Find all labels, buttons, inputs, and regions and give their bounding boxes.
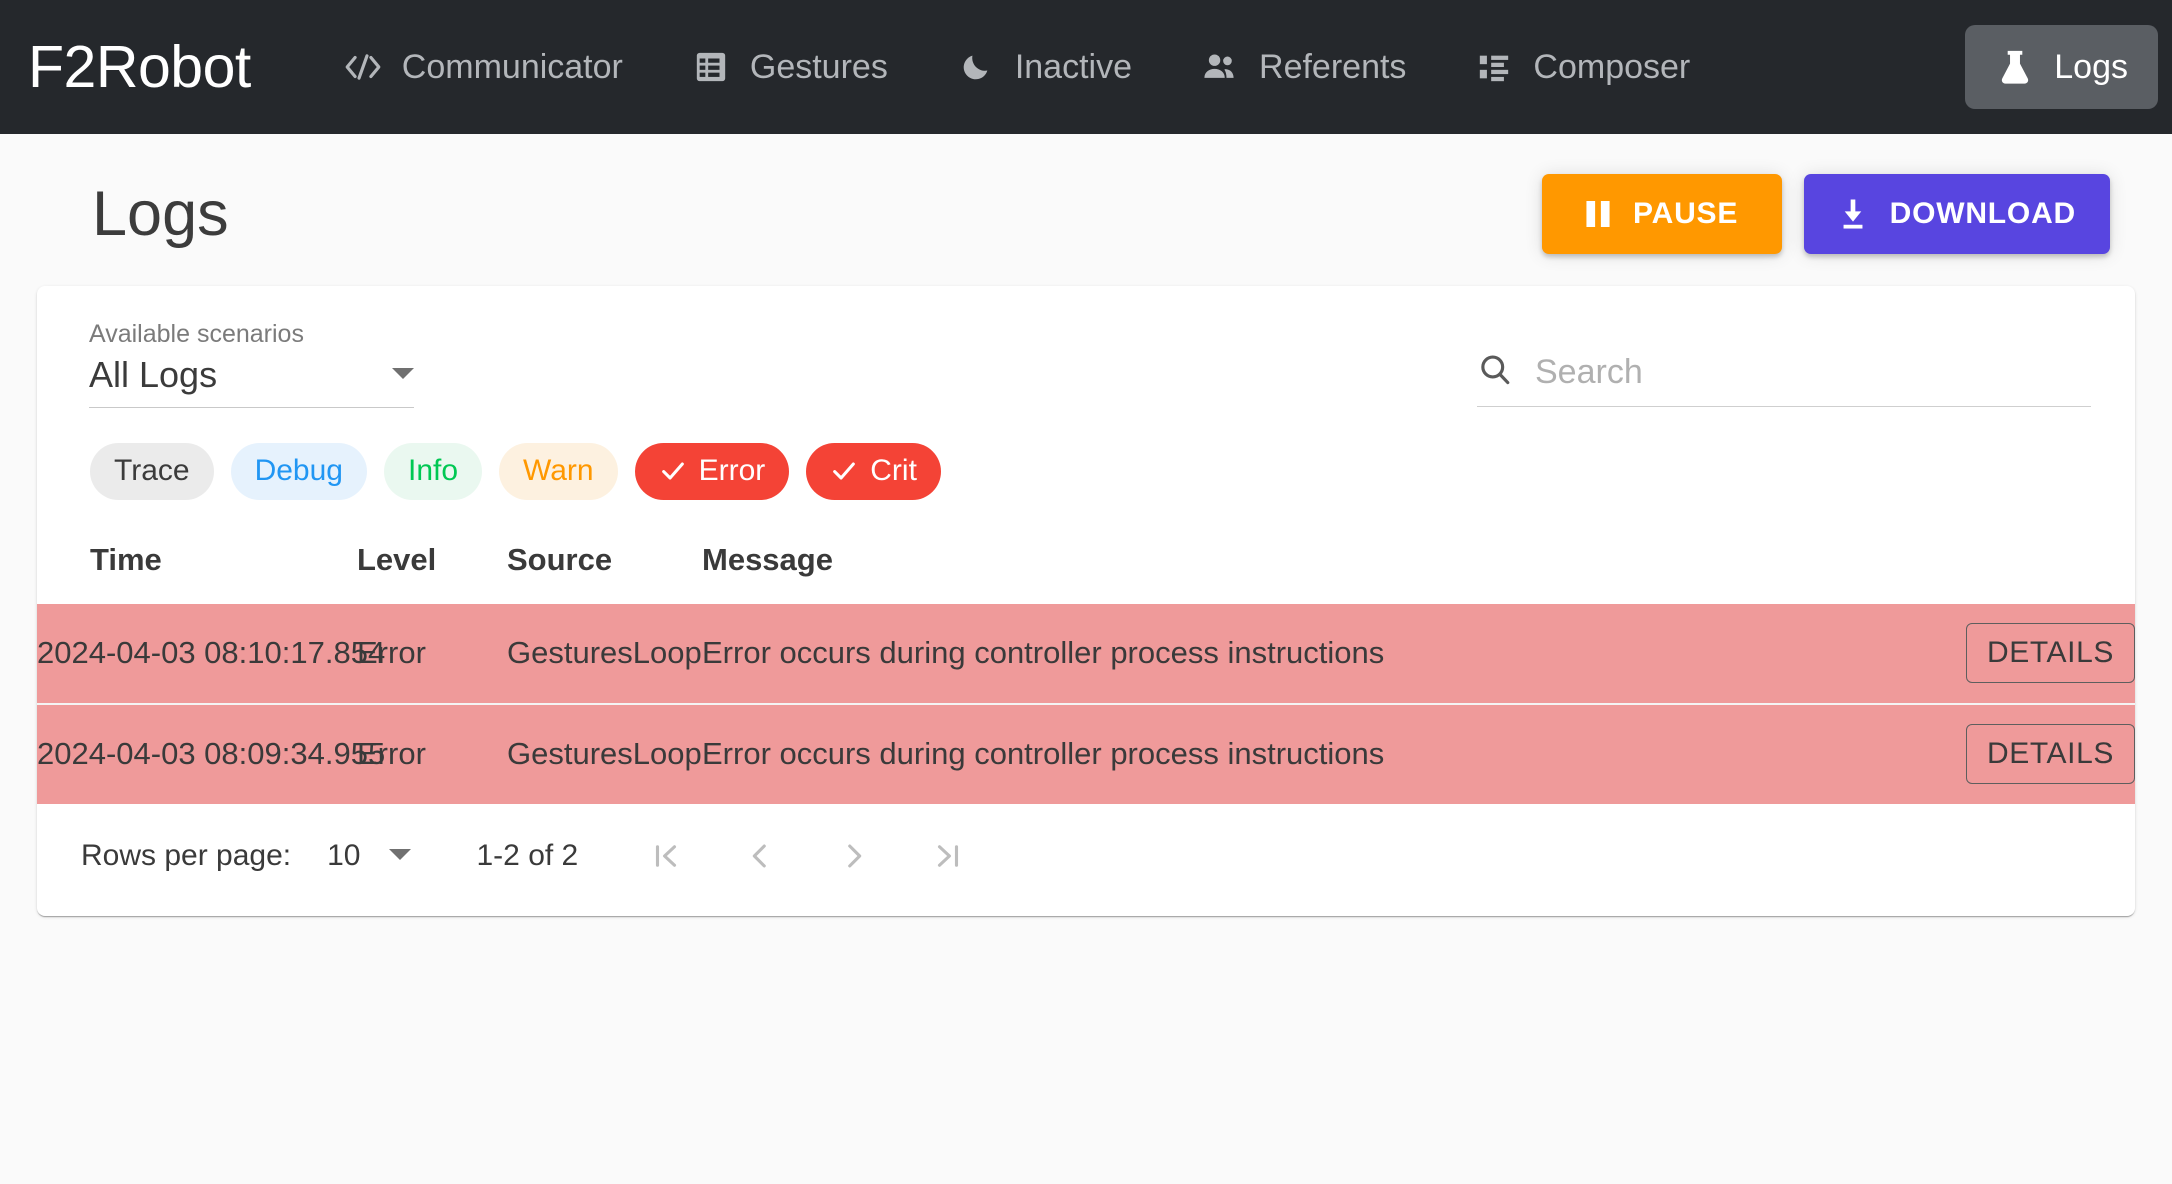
chip-crit-label: Crit bbox=[870, 454, 917, 488]
scenario-select-control[interactable]: All Logs bbox=[89, 356, 414, 408]
logs-table: Time Level Source Message 2024-04-03 08:… bbox=[37, 528, 2135, 804]
check-icon bbox=[830, 457, 858, 485]
details-button[interactable]: DETAILS bbox=[1965, 623, 2135, 684]
cell-source: GesturesLoop bbox=[507, 635, 702, 671]
chip-error-label: Error bbox=[698, 454, 766, 488]
nav-item-composer[interactable]: Composer bbox=[1444, 25, 1720, 109]
pause-icon bbox=[1585, 199, 1611, 229]
nav-item-inactive[interactable]: Inactive bbox=[926, 25, 1162, 109]
scenario-select-label: Available scenarios bbox=[89, 320, 304, 348]
first-page-button[interactable] bbox=[630, 820, 702, 892]
search-input[interactable] bbox=[1535, 353, 2091, 392]
rows-per-page-label: Rows per page: bbox=[81, 838, 292, 872]
pause-button[interactable]: PAUSE bbox=[1541, 174, 1782, 254]
details-button[interactable]: DETAILS bbox=[1965, 724, 2135, 785]
search-field[interactable] bbox=[1477, 352, 2091, 407]
people-icon bbox=[1200, 47, 1240, 87]
rows-per-page-value: 10 bbox=[327, 838, 361, 872]
logs-card: Available scenarios All Logs Trace bbox=[37, 286, 2135, 916]
cell-message: Error occurs during controller process i… bbox=[702, 702, 1905, 804]
chip-info[interactable]: Info bbox=[383, 442, 483, 500]
cell-source: GesturesLoop bbox=[507, 702, 702, 804]
nav-label-communicator: Communicator bbox=[401, 47, 623, 86]
table-header-row: Time Level Source Message bbox=[37, 528, 2135, 604]
last-page-button[interactable] bbox=[912, 820, 984, 892]
table-row[interactable]: 2024-04-03 08:10:17.854 Error GesturesLo… bbox=[37, 603, 2135, 704]
column-header-level[interactable]: Level bbox=[357, 528, 507, 604]
nav-label-logs: Logs bbox=[2054, 47, 2128, 86]
nav-item-referents[interactable]: Referents bbox=[1170, 25, 1436, 109]
nav-item-gestures[interactable]: Gestures bbox=[661, 25, 918, 109]
column-header-message[interactable]: Message bbox=[702, 528, 1905, 604]
download-icon bbox=[1838, 198, 1868, 230]
table-row[interactable]: 2024-04-03 08:09:34.955 Error GesturesLo… bbox=[37, 702, 2135, 804]
next-page-button[interactable] bbox=[818, 820, 890, 892]
card-filters-row: Available scenarios All Logs bbox=[37, 286, 2135, 408]
chevron-down-icon bbox=[392, 367, 414, 379]
chip-debug[interactable]: Debug bbox=[230, 442, 367, 500]
chip-crit[interactable]: Crit bbox=[806, 442, 941, 500]
chip-info-label: Info bbox=[407, 454, 459, 488]
pagination-buttons bbox=[630, 820, 984, 892]
column-header-source[interactable]: Source bbox=[507, 528, 702, 604]
search-icon bbox=[1477, 352, 1513, 393]
list-view-icon bbox=[1474, 47, 1514, 87]
paginator: Rows per page: 10 1-2 of 2 bbox=[37, 804, 2135, 908]
logs-table-body: 2024-04-03 08:10:17.854 Error GesturesLo… bbox=[37, 603, 2135, 804]
cell-time: 2024-04-03 08:10:17.854 bbox=[37, 635, 386, 671]
scenario-select[interactable]: Available scenarios All Logs bbox=[89, 322, 414, 408]
cell-level: Error bbox=[357, 635, 426, 671]
nav-label-referents: Referents bbox=[1259, 47, 1407, 86]
nav-label-composer: Composer bbox=[1533, 47, 1691, 86]
logs-table-head: Time Level Source Message bbox=[37, 528, 2135, 604]
page-title: Logs bbox=[92, 178, 229, 249]
first-page-icon bbox=[649, 839, 683, 873]
table-rows-icon bbox=[691, 47, 731, 87]
cell-actions: DETAILS bbox=[1905, 702, 2135, 804]
cell-message: Error occurs during controller process i… bbox=[702, 635, 1385, 671]
chip-trace[interactable]: Trace bbox=[90, 442, 214, 500]
flask-icon bbox=[1995, 47, 2035, 87]
nav-label-gestures: Gestures bbox=[749, 47, 888, 86]
nav-item-communicator[interactable]: Communicator bbox=[313, 25, 653, 109]
nav-label-inactive: Inactive bbox=[1014, 47, 1133, 86]
top-navbar: F2Robot Communicator Gestures Inactive R… bbox=[0, 0, 2172, 134]
chip-trace-label: Trace bbox=[114, 454, 190, 488]
chevron-right-icon bbox=[837, 839, 871, 873]
chip-warn-label: Warn bbox=[523, 454, 594, 488]
page-header: Logs PAUSE DOWNLOAD bbox=[0, 134, 2172, 264]
scenario-select-value: All Logs bbox=[89, 354, 218, 395]
cell-time: 2024-04-03 08:09:34.955 bbox=[37, 702, 385, 804]
cell-level: Error bbox=[357, 702, 507, 804]
rows-per-page-select[interactable]: 10 bbox=[327, 838, 411, 873]
previous-page-button[interactable] bbox=[724, 820, 796, 892]
nav-items: Communicator Gestures Inactive Referents… bbox=[313, 0, 2172, 134]
column-header-actions bbox=[1905, 528, 2135, 604]
code-icon bbox=[343, 47, 383, 87]
page-range-label: 1-2 of 2 bbox=[476, 838, 579, 872]
chip-debug-label: Debug bbox=[254, 454, 343, 488]
nav-item-logs[interactable]: Logs bbox=[1965, 25, 2158, 109]
level-filter-chips: Trace Debug Info Warn Error Crit bbox=[37, 408, 2135, 500]
chip-error[interactable]: Error bbox=[634, 442, 790, 500]
chevron-down-icon bbox=[388, 848, 411, 860]
download-button[interactable]: DOWNLOAD bbox=[1803, 174, 2110, 254]
check-icon bbox=[659, 457, 687, 485]
column-header-time[interactable]: Time bbox=[37, 528, 357, 604]
pause-button-label: PAUSE bbox=[1633, 197, 1739, 230]
cell-actions: DETAILS bbox=[1905, 604, 2135, 704]
chevron-left-icon bbox=[743, 839, 777, 873]
last-page-icon bbox=[931, 839, 965, 873]
moon-icon bbox=[956, 47, 996, 87]
app-brand: F2Robot bbox=[28, 33, 251, 100]
download-button-label: DOWNLOAD bbox=[1889, 197, 2076, 230]
chip-warn[interactable]: Warn bbox=[499, 442, 618, 500]
header-actions: PAUSE DOWNLOAD bbox=[1541, 174, 2110, 254]
